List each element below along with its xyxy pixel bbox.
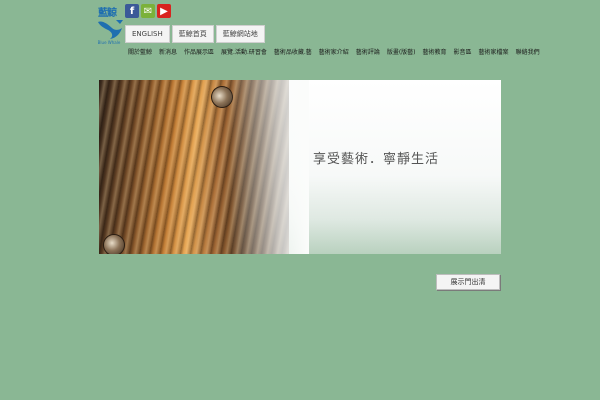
- exhibit-clearance-button[interactable]: 展示門出清: [436, 274, 500, 290]
- nav-item[interactable]: 影音區: [454, 47, 472, 56]
- nav-item[interactable]: 藝術教育: [423, 47, 447, 56]
- nav-item[interactable]: 作品展示區: [184, 47, 214, 56]
- nav-item[interactable]: 藝術品收藏.藝: [274, 47, 312, 56]
- top-buttons: ENGLISH 藍鯨首頁 藍鯨網站地: [125, 25, 265, 43]
- whale-icon: [98, 20, 123, 39]
- hero-slogan: 享受藝術．寧靜生活: [313, 152, 440, 167]
- logo-subtitle: Blue Whale: [97, 40, 121, 45]
- nav-item[interactable]: 版畫(版藝): [387, 47, 416, 56]
- nav-item[interactable]: 聯絡我們: [516, 47, 540, 56]
- nav-item[interactable]: 藝術評論: [356, 47, 380, 56]
- hero-banner: 享受藝術．寧靜生活: [99, 80, 501, 254]
- logo-title: 藍鯨: [98, 8, 117, 19]
- youtube-icon[interactable]: ▶: [157, 4, 171, 18]
- bolt-decoration: [103, 234, 125, 254]
- site-logo[interactable]: 藍鯨 Blue Whale: [94, 4, 124, 46]
- nav-item[interactable]: 展覽.活動.研習會: [221, 47, 267, 56]
- sitemap-button[interactable]: 藍鯨網站地: [215, 25, 265, 43]
- facebook-icon[interactable]: f: [125, 4, 139, 18]
- hero-fade: [229, 80, 309, 254]
- mail-icon[interactable]: ✉: [141, 4, 155, 18]
- nav-item[interactable]: 新消息: [159, 47, 177, 56]
- social-links: f ✉ ▶: [125, 4, 171, 18]
- main-nav: 關於藍鯨 新消息 作品展示區 展覽.活動.研習會 藝術品收藏.藝 藝術家介紹 藝…: [128, 47, 540, 56]
- english-button[interactable]: ENGLISH: [125, 25, 170, 43]
- nav-item[interactable]: 藝術家介紹: [319, 47, 349, 56]
- nav-item[interactable]: 關於藍鯨: [128, 47, 152, 56]
- home-button[interactable]: 藍鯨首頁: [171, 25, 214, 43]
- nav-item[interactable]: 藝術家檔案: [479, 47, 509, 56]
